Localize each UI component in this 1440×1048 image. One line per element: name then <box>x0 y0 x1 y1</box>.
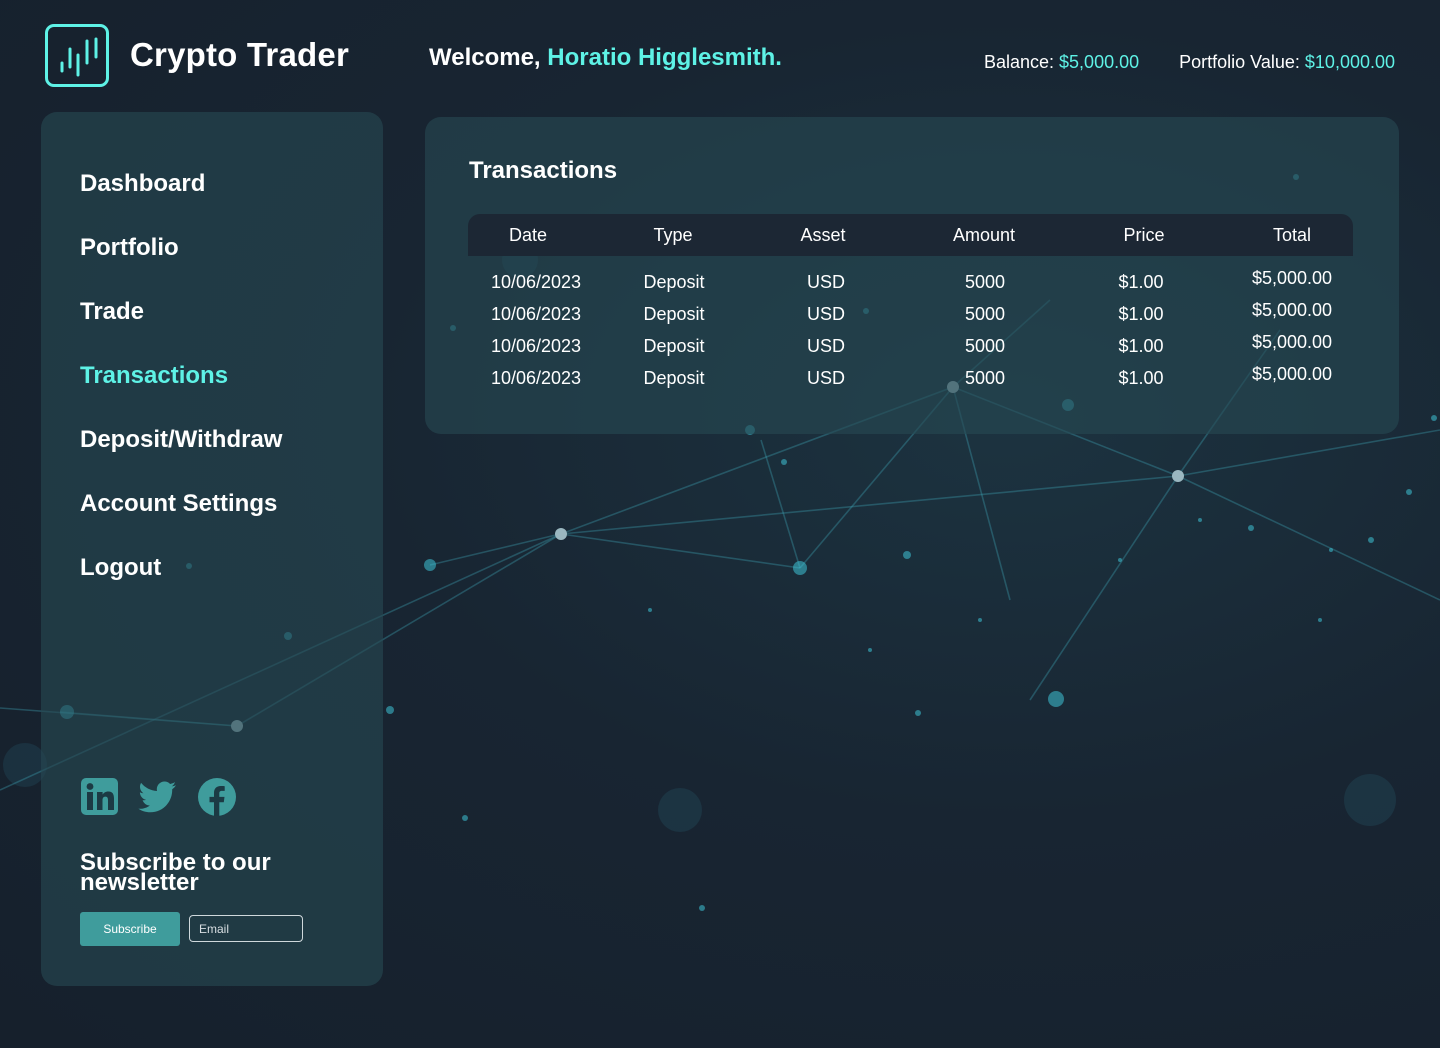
cell-price: $1.00 <box>1118 336 1164 356</box>
sidebar-item-logout[interactable]: Logout <box>80 554 161 582</box>
cell-type: Deposit <box>643 336 705 356</box>
cell-type: Deposit <box>643 272 705 292</box>
cell-date: 10/06/2023 <box>490 272 582 292</box>
app-title: Crypto Trader <box>130 36 349 73</box>
cell-total: $5,000.00 <box>1251 364 1333 384</box>
cell-date: 10/06/2023 <box>490 368 582 388</box>
cell-price: $1.00 <box>1118 272 1164 292</box>
table-header: Date Type Asset Amount Price Total <box>468 214 1353 256</box>
sidebar-item-transactions[interactable]: Transactions <box>80 362 228 390</box>
sidebar-item-trade[interactable]: Trade <box>80 298 144 326</box>
linkedin-icon[interactable] <box>80 777 120 817</box>
cell-amount: 5000 <box>964 304 1006 324</box>
transactions-title: Transactions <box>469 157 618 184</box>
sidebar-item-deposit-withdraw[interactable]: Deposit/Withdraw <box>80 426 282 454</box>
cell-total: $5,000.00 <box>1251 300 1333 320</box>
cell-amount: 5000 <box>964 368 1006 388</box>
balance-label: Balance: <box>983 52 1055 72</box>
cell-amount: 5000 <box>964 336 1006 356</box>
cell-amount: 5000 <box>964 272 1006 292</box>
cell-asset: USD <box>806 336 846 356</box>
portfolio-value: $10,000.00 <box>1304 52 1395 72</box>
newsletter-title: Subscribe to our newsletter <box>80 849 271 896</box>
welcome-message: Welcome, Horatio Higglesmith. <box>429 44 782 72</box>
candlestick-chart-icon <box>60 37 98 77</box>
cell-date: 10/06/2023 <box>490 304 582 324</box>
sidebar-item-portfolio[interactable]: Portfolio <box>80 234 179 262</box>
cell-type: Deposit <box>643 368 705 388</box>
sidebar-item-dashboard[interactable]: Dashboard <box>80 170 205 198</box>
newsletter-email-input[interactable] <box>189 915 303 942</box>
balance-value: $5,000.00 <box>1059 52 1140 72</box>
facebook-icon[interactable] <box>197 777 237 817</box>
cell-price: $1.00 <box>1118 304 1164 324</box>
cell-price: $1.00 <box>1118 368 1164 388</box>
user-name: Horatio Higglesmith. <box>547 44 782 71</box>
column-header-type[interactable]: Type <box>653 225 692 246</box>
column-header-price[interactable]: Price <box>1123 225 1164 246</box>
subscribe-button[interactable]: Subscribe <box>80 912 180 946</box>
cell-total: $5,000.00 <box>1251 268 1333 288</box>
welcome-prefix: Welcome, <box>429 44 541 71</box>
portfolio-value-label: Portfolio Value: <box>1179 52 1300 72</box>
cell-total: $5,000.00 <box>1251 332 1333 352</box>
cell-asset: USD <box>806 368 846 388</box>
twitter-icon[interactable] <box>137 777 177 817</box>
account-summary: Balance: $5,000.00 Portfolio Value: $10,… <box>984 52 1395 73</box>
cell-asset: USD <box>806 304 846 324</box>
column-header-date[interactable]: Date <box>509 225 547 246</box>
column-header-asset[interactable]: Asset <box>800 225 845 246</box>
cell-asset: USD <box>806 272 846 292</box>
app-logo[interactable] <box>45 24 109 87</box>
sidebar: Dashboard Portfolio Trade Transactions D… <box>41 112 383 986</box>
cell-type: Deposit <box>643 304 705 324</box>
column-header-total[interactable]: Total <box>1273 225 1311 246</box>
app-page: Crypto Trader Welcome, Horatio Higglesmi… <box>0 0 1440 1048</box>
sidebar-item-account-settings[interactable]: Account Settings <box>80 490 277 518</box>
column-header-amount[interactable]: Amount <box>953 225 1015 246</box>
cell-date: 10/06/2023 <box>490 336 582 356</box>
transactions-panel: Transactions Date Type Asset Amount Pric… <box>425 117 1399 434</box>
